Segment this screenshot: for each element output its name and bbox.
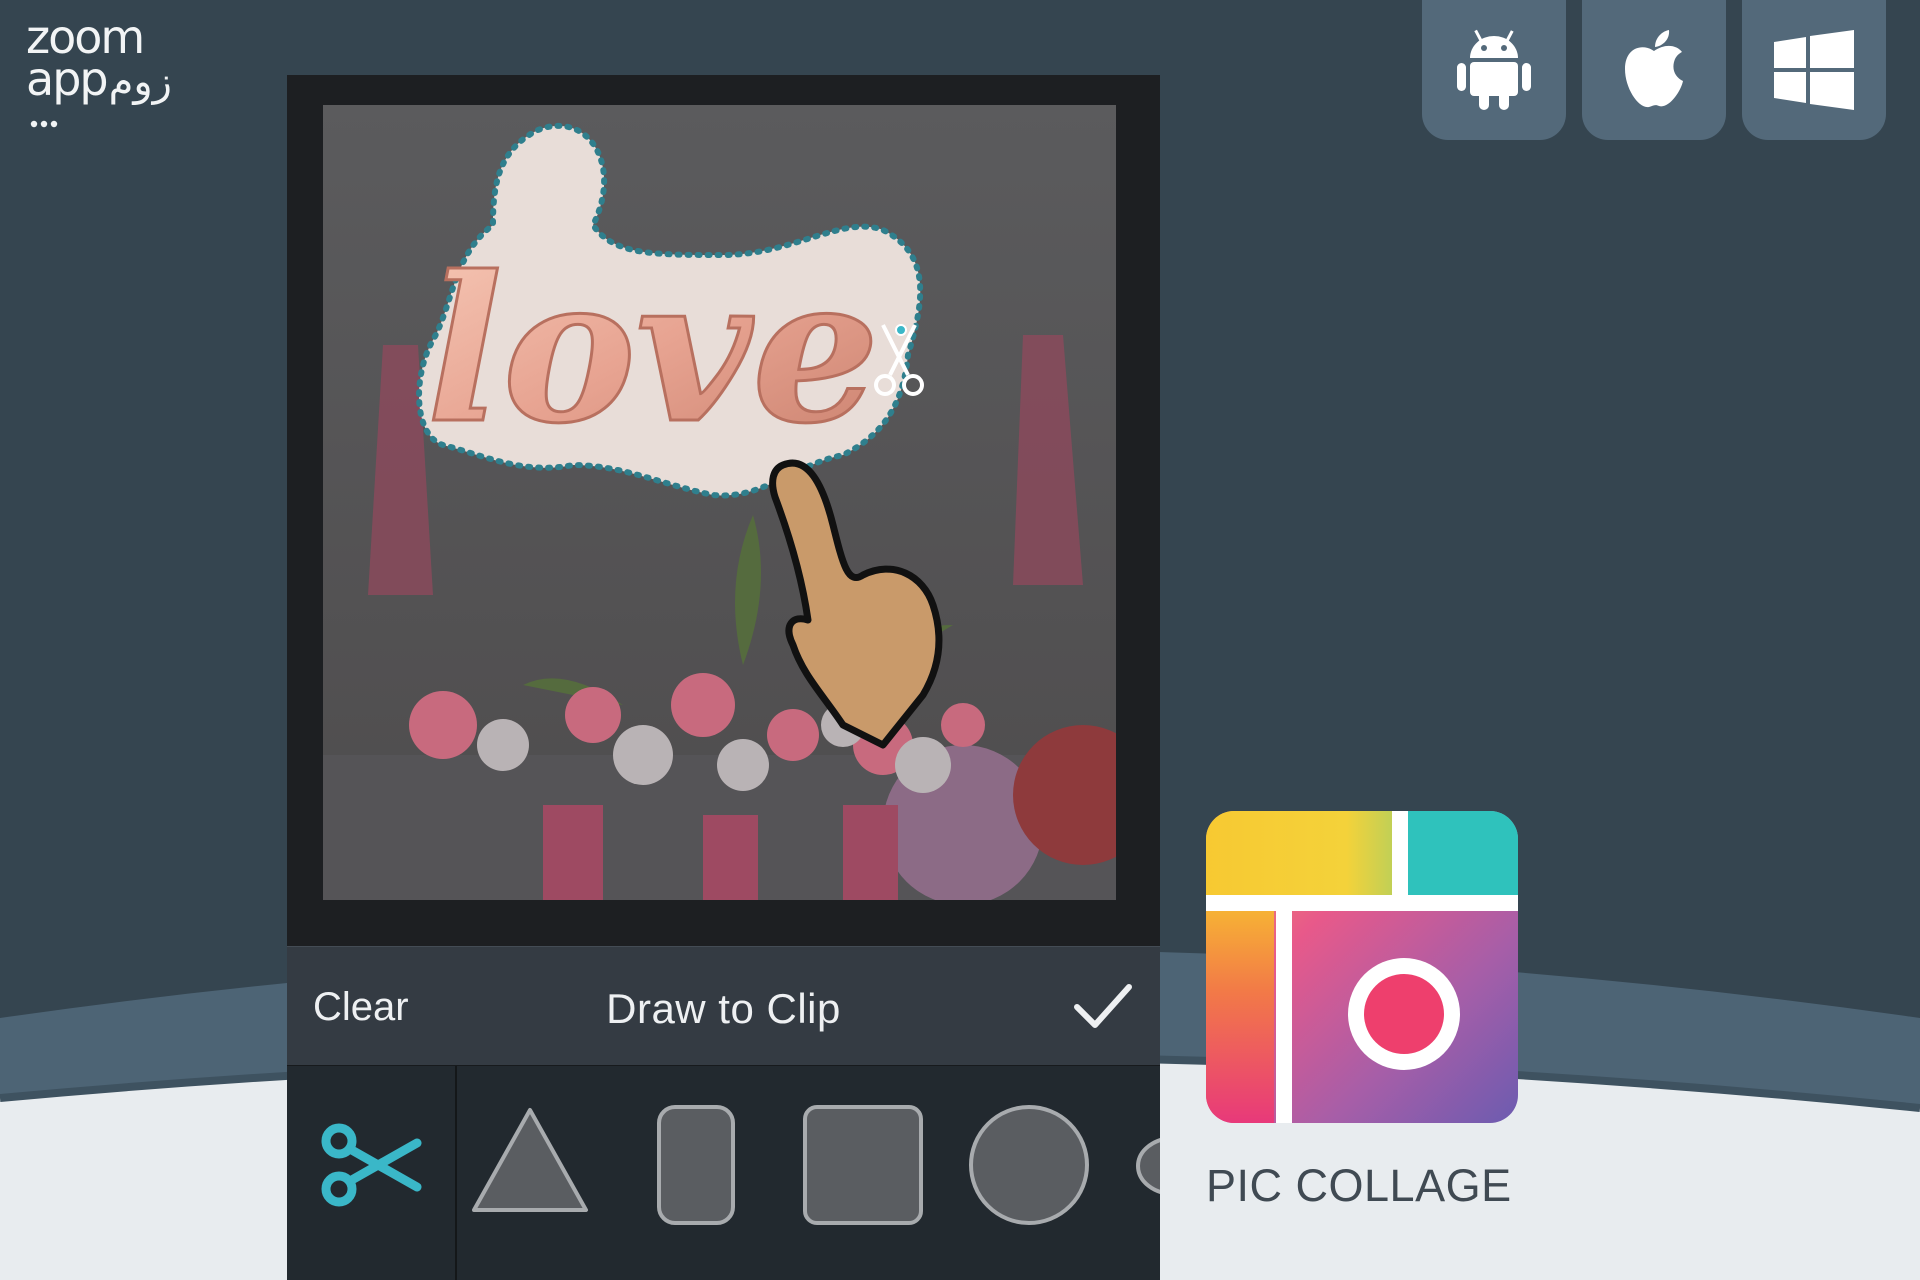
windows-button[interactable]: [1742, 0, 1886, 140]
photo-image: love: [323, 105, 1116, 900]
square-shape[interactable]: [802, 1104, 924, 1226]
logo-text-app: appزوم: [26, 52, 172, 106]
scissors-icon[interactable]: [319, 1121, 423, 1211]
clip-canvas[interactable]: love: [323, 105, 1116, 900]
android-button[interactable]: [1422, 0, 1566, 140]
windows-icon: [1774, 30, 1854, 110]
zoomapp-logo: zoom appزوم: [24, 14, 234, 134]
clip-mode-title: Draw to Clip: [606, 985, 841, 1032]
logo-dots: [30, 120, 58, 128]
clip-tool-bar: [287, 1066, 1160, 1280]
phone-screen: love Clear Draw to Clip: [287, 75, 1160, 1280]
android-icon: [1457, 29, 1531, 110]
platform-buttons: [1422, 0, 1886, 140]
apple-button[interactable]: [1582, 0, 1726, 140]
clip-action-bar: Clear Draw to Clip: [287, 946, 1160, 1067]
app-name-label: PIC COLLAGE: [1206, 1160, 1512, 1211]
circle-shape[interactable]: [968, 1104, 1090, 1226]
love-balloon-text: love: [427, 233, 880, 468]
pic-collage-app-icon: [1206, 811, 1518, 1123]
triangle-shape[interactable]: [470, 1104, 590, 1216]
tool-divider: [455, 1066, 457, 1280]
checkmark-icon[interactable]: [1067, 969, 1139, 1041]
ellipse-shape[interactable]: [1134, 1134, 1160, 1198]
rounded-rectangle-shape[interactable]: [656, 1104, 736, 1226]
apple-icon: [1625, 30, 1683, 108]
